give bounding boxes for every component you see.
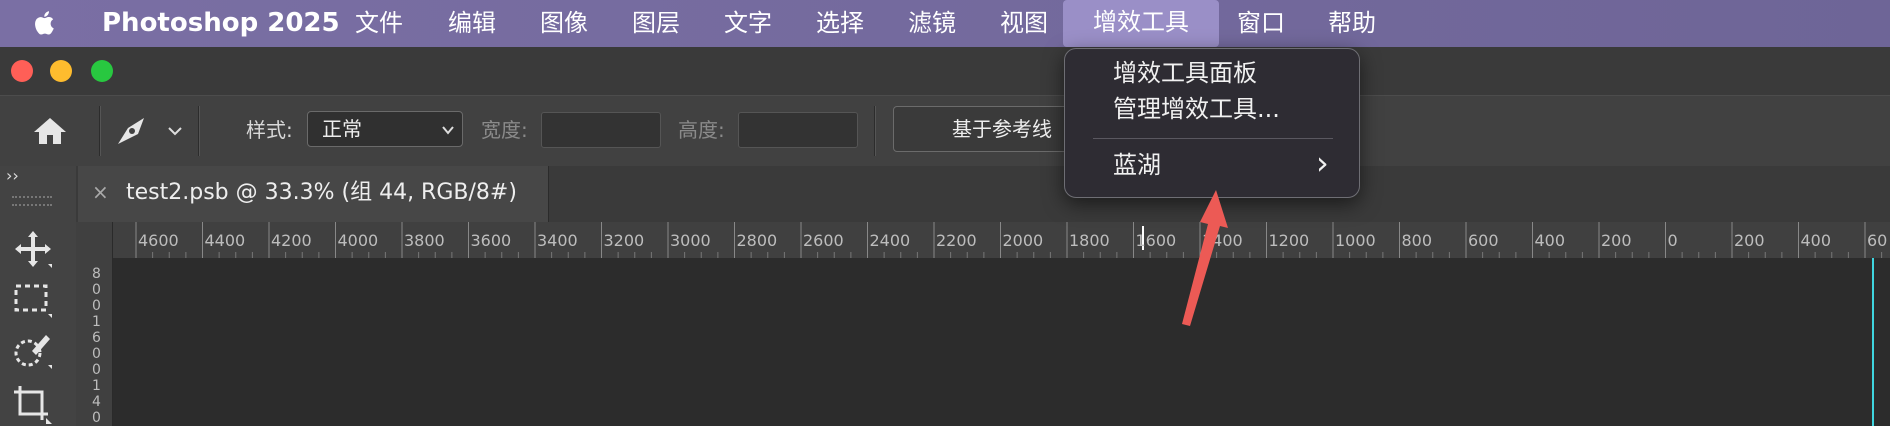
document-tab-title: test2.psb @ 33.3% (组 44, RGB/8#) [126, 180, 517, 205]
menu-view[interactable]: 视图 [1000, 7, 1048, 39]
vertical-ruler: 8001600140 [76, 258, 113, 426]
ruler-label: 4200 [271, 231, 312, 250]
ruler-label: 3600 [470, 231, 512, 250]
menu-divider [1093, 138, 1333, 139]
ruler-label: 400 [1534, 231, 1566, 250]
ruler-label: 60 [1867, 231, 1888, 250]
ruler-label: 2400 [869, 231, 911, 250]
ruler-label: 0 [92, 282, 101, 298]
ruler-origin-corner[interactable] [76, 222, 113, 259]
ruler-label: 1800 [1069, 231, 1110, 250]
menu-select[interactable]: 选择 [816, 7, 864, 39]
ruler-label: 2200 [936, 231, 977, 250]
ruler-label: 0 [92, 298, 101, 314]
menu-item-plugins-panel[interactable]: 增效工具面板 [1113, 57, 1257, 89]
ruler-label: 400 [1800, 231, 1832, 250]
ruler-label: 600 [1468, 231, 1499, 250]
menu-plugins[interactable]: 增效工具 [1063, 0, 1219, 47]
panel-collapse-toggle[interactable]: ›› [6, 166, 19, 186]
ruler-label: 2000 [1002, 231, 1044, 250]
ruler-label: 200 [1601, 231, 1632, 250]
close-window-button[interactable] [11, 60, 33, 82]
apple-icon[interactable] [30, 8, 60, 38]
style-label: 样式: [246, 118, 293, 142]
ruler-label: 1000 [1335, 231, 1376, 250]
ruler-label: 1 [92, 378, 101, 394]
menu-item-lanhu[interactable]: 蓝湖 [1113, 149, 1161, 181]
app-name-menu[interactable]: Photoshop 2025 [102, 7, 340, 39]
options-separator [198, 106, 200, 156]
ruler-label: 4000 [337, 231, 379, 250]
document-canvas[interactable] [113, 258, 1890, 426]
ruler-label: 3800 [404, 231, 445, 250]
marquee-tool-icon[interactable] [12, 280, 54, 320]
window-titlebar [0, 47, 1890, 95]
submenu-chevron-icon: › [1316, 144, 1329, 182]
ruler-label: 0 [92, 362, 101, 378]
ruler-label: 1 [92, 314, 101, 330]
ruler-label: 0 [92, 346, 101, 362]
ruler-label: 0 [92, 410, 101, 426]
quick-select-icon[interactable] [12, 329, 54, 371]
horizontal-ruler: 4600 4400 4200 4000 3800 3600 3400 3200 3000 2800… [76, 222, 1890, 259]
crop-tool-icon[interactable] [12, 384, 54, 426]
height-input[interactable] [738, 112, 858, 148]
menu-bar: Photoshop 2025 文件 编辑 图像 图层 文字 选择 滤镜 视图 增… [0, 0, 1890, 47]
plugins-menu-dropdown: 增效工具面板 管理增效工具... 蓝湖 › [1064, 48, 1360, 198]
menu-help[interactable]: 帮助 [1328, 7, 1376, 39]
ruler-label: 4400 [204, 231, 246, 250]
height-label: 高度: [678, 118, 725, 142]
ruler-label: 6 [92, 330, 101, 346]
style-select[interactable]: 正常 [307, 111, 463, 147]
menu-type[interactable]: 文字 [724, 7, 772, 39]
menu-image[interactable]: 图像 [540, 7, 588, 39]
ruler-label: 3000 [670, 231, 711, 250]
menu-edit[interactable]: 编辑 [448, 7, 496, 39]
pen-tool-icon[interactable] [114, 114, 152, 148]
menu-filter[interactable]: 滤镜 [908, 7, 956, 39]
ruler-label: 800 [1401, 231, 1433, 250]
menu-file[interactable]: 文件 [355, 7, 403, 39]
options-separator [99, 106, 101, 156]
ruler-label: 2800 [736, 231, 778, 250]
panel-grip[interactable] [12, 196, 52, 206]
ruler-label: 3400 [537, 231, 578, 250]
close-tab-icon[interactable]: × [92, 180, 109, 204]
chevron-down-icon [442, 126, 454, 135]
guide-line[interactable] [1872, 258, 1874, 426]
ruler-label: 4 [92, 394, 101, 410]
tools-panel: ›› [0, 166, 77, 426]
ruler-label: 8 [92, 266, 101, 282]
chevron-down-icon[interactable] [166, 124, 184, 138]
width-input[interactable] [541, 112, 661, 148]
menu-window[interactable]: 窗口 [1237, 7, 1285, 39]
ruler-label: 0 [1667, 231, 1678, 250]
menu-layer[interactable]: 图层 [632, 7, 680, 39]
ruler-label: 2600 [803, 231, 844, 250]
zoom-window-button[interactable] [91, 60, 113, 82]
menu-item-manage-plugins[interactable]: 管理增效工具... [1113, 93, 1280, 125]
home-icon[interactable] [32, 116, 68, 146]
guides-button-label: 基于参考线 [952, 117, 1052, 141]
ruler-label: 4600 [138, 231, 179, 250]
minimize-window-button[interactable] [50, 60, 72, 82]
options-separator [874, 106, 876, 156]
annotation-arrow-icon [1182, 190, 1228, 326]
options-bar: 样式: 正常 宽度: 高度: 基于参考线 [0, 95, 1890, 167]
ruler-label: 3200 [603, 231, 645, 250]
move-tool-icon[interactable] [12, 228, 54, 270]
ruler-label: 1200 [1268, 231, 1310, 250]
style-select-value: 正常 [322, 117, 362, 141]
document-tab[interactable]: × test2.psb @ 33.3% (组 44, RGB/8#) [78, 166, 549, 222]
ruler-label: 200 [1734, 231, 1765, 250]
width-label: 宽度: [481, 118, 528, 142]
